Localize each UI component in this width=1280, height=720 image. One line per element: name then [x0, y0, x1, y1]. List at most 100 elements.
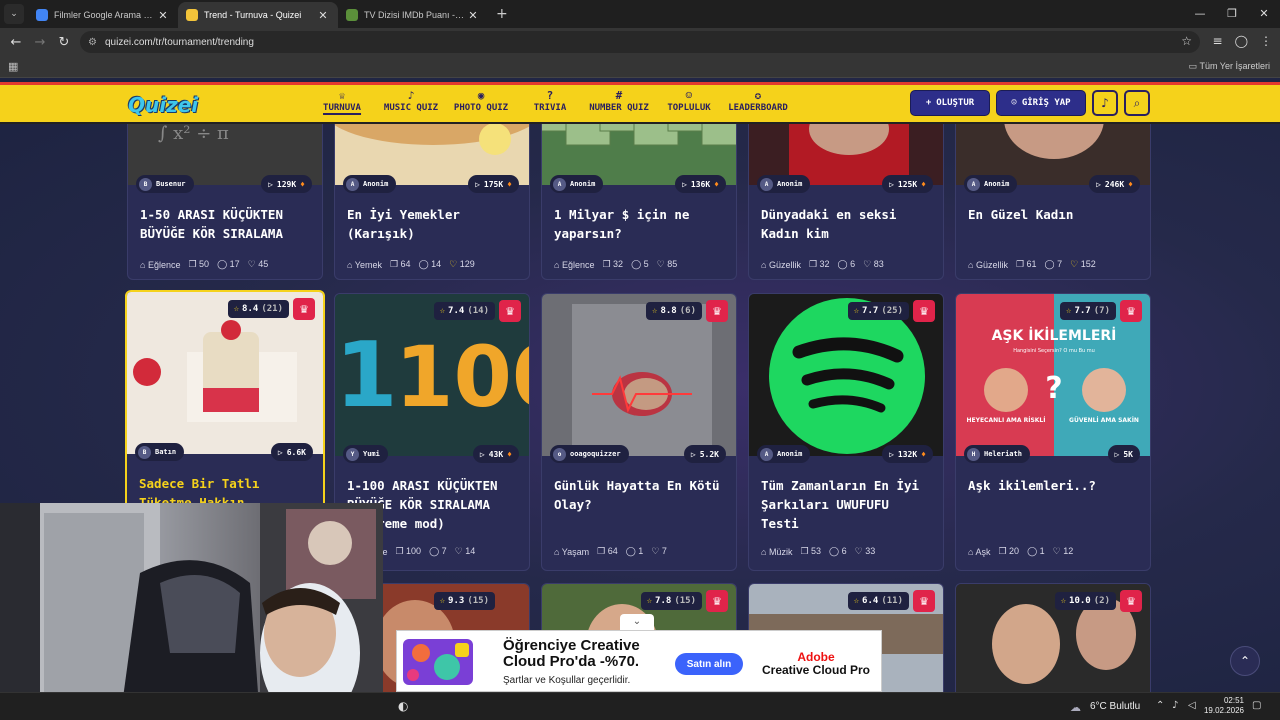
category-label[interactable]: ⌂ Müzik: [761, 547, 792, 557]
volume-icon[interactable]: ◁: [1188, 700, 1196, 711]
nav-trivia[interactable]: ? TRIVIA: [534, 89, 567, 113]
quiz-card[interactable]: ☆ 7.7 (25) ♛ A Anonim ▷ 132K ♦ Tüm Zamanların En …: [748, 293, 944, 571]
close-tab-icon[interactable]: ✕: [316, 9, 330, 22]
play-icon: ▷: [1096, 179, 1101, 189]
ad-subtext: Şartlar ve Koşullar geçerlidir.: [503, 675, 631, 686]
crown-icon[interactable]: ♛: [706, 300, 728, 322]
menu-icon[interactable]: ⋮: [1260, 34, 1272, 48]
category-label[interactable]: ⌂ Eğlence: [554, 260, 594, 270]
category-label[interactable]: ⌂ Yaşam: [554, 547, 589, 557]
clock[interactable]: 02:51 19.02.2026: [1200, 696, 1244, 716]
reload-icon[interactable]: ↻: [52, 35, 76, 50]
tray-chevron-icon[interactable]: ⌃: [1156, 700, 1164, 711]
category-label[interactable]: ⌂ Eğlence: [140, 260, 180, 270]
play-count-badge: ▷ 129K ♦: [261, 175, 312, 193]
search-icon[interactable]: ⌕: [1124, 90, 1150, 116]
microphone-icon[interactable]: ♪: [1172, 700, 1178, 711]
webcam-overlay: [0, 503, 383, 720]
crown-icon[interactable]: ♛: [913, 590, 935, 612]
author-chip[interactable]: A Anonim: [343, 175, 397, 193]
new-tab-icon[interactable]: +: [488, 6, 516, 22]
adobe-ad-banner[interactable]: Öğrenciye Creative Cloud Pro'da -%70. Şa…: [396, 630, 882, 692]
site-info-icon[interactable]: ⚙: [88, 37, 97, 48]
like-count[interactable]: ♡ 14: [455, 546, 476, 557]
forward-icon[interactable]: →: [28, 35, 52, 50]
quiz-card[interactable]: ☆ 10.0 (2) ♛: [955, 583, 1151, 692]
restore-icon[interactable]: ❐: [1216, 0, 1248, 28]
quizei-logo[interactable]: Quizei: [128, 93, 198, 117]
quiz-card[interactable]: AŞK İKİLEMLERİ Hangisini Seçersin? O mu B…: [955, 293, 1151, 571]
nav-leaderboard[interactable]: ✪ LEADERBOARD: [728, 89, 788, 113]
crown-icon[interactable]: ♛: [293, 298, 315, 320]
quiz-card[interactable]: A Anonim ▷ 246K ♦ En Güzel Kadın ⌂ Güzellik ❐ 6…: [955, 98, 1151, 280]
quiz-card[interactable]: ∫ x² ÷ π B Busenur ▷ 129K ♦ 1-50 ARASI KÜÇÜKTE…: [127, 98, 323, 280]
nav-topluluk[interactable]: ☺ TOPLULUK: [667, 89, 710, 113]
browser-tab[interactable]: TV Dizisi IMDb Puanı - Quizei ✕: [338, 2, 488, 28]
url-bar[interactable]: ⚙ quizei.com/tr/tournament/trending: [80, 31, 1200, 53]
author-chip[interactable]: A Anonim: [757, 175, 811, 193]
author-chip[interactable]: B Busenur: [136, 175, 194, 193]
nav-label: LEADERBOARD: [728, 103, 788, 113]
play-icon: ▷: [1114, 449, 1120, 459]
login-button[interactable]: ☺ GİRİŞ YAP: [996, 90, 1086, 116]
category-label[interactable]: ⌂ Yemek: [347, 260, 382, 270]
minimize-icon[interactable]: —: [1184, 0, 1216, 28]
star-icon: ☆: [233, 304, 240, 314]
plus-icon: +: [925, 98, 932, 108]
profile-icon[interactable]: ◯: [1235, 34, 1248, 48]
author-chip[interactable]: A Anonim: [964, 175, 1018, 193]
nav-photo-quiz[interactable]: ◉ PHOTO QUIZ: [454, 89, 508, 113]
like-count[interactable]: ♡ 7: [651, 546, 667, 557]
bell-icon[interactable]: ♪: [1092, 90, 1118, 116]
close-tab-icon[interactable]: ✕: [466, 9, 480, 22]
crown-icon[interactable]: ♛: [1120, 590, 1142, 612]
edge-icon[interactable]: ◐: [398, 699, 408, 713]
quiz-card[interactable]: A Anonim ▷ 125K ♦ Dünyadaki en seksi Kadın ki…: [748, 98, 944, 280]
reading-list-icon[interactable]: ≡: [1213, 34, 1223, 48]
browser-tab[interactable]: Filmler Google Arama Sayısı - G ✕: [28, 2, 178, 28]
nav-turnuva[interactable]: ♕ TURNUVA: [323, 89, 361, 115]
quiz-card[interactable]: ☆ 8.8 (6) ♛ o ooagoquizzer ▷ 5.2K Günlük Hayatta…: [541, 293, 737, 571]
close-window-icon[interactable]: ✕: [1248, 0, 1280, 28]
category-label[interactable]: ⌂ Aşk: [968, 547, 990, 557]
crown-icon[interactable]: ♛: [706, 590, 728, 612]
author-chip[interactable]: A Anonim: [550, 175, 604, 193]
back-icon[interactable]: ←: [4, 35, 28, 50]
like-count[interactable]: ♡ 33: [855, 546, 876, 557]
crown-icon[interactable]: ♛: [499, 300, 521, 322]
author-chip[interactable]: A Anonim: [757, 445, 811, 463]
tab-search-button[interactable]: ⌄: [4, 4, 24, 24]
bookmark-star-icon[interactable]: ☆: [1181, 34, 1192, 48]
create-button[interactable]: + OLUŞTUR: [910, 90, 990, 116]
nav-music-quiz[interactable]: ♪ MUSIC QUIZ: [384, 89, 438, 113]
quiz-card[interactable]: A Anonim ▷ 175K ♦ En İyi Yemekler (Karışık) ⌂ …: [334, 98, 530, 280]
quiz-title: En İyi Yemekler (Karışık): [347, 207, 460, 241]
browser-tab-active[interactable]: Trend - Turnuva - Quizei ✕: [178, 2, 338, 28]
scroll-to-top-button[interactable]: ⌃: [1230, 646, 1260, 676]
apps-grid-icon[interactable]: ▦: [8, 60, 18, 73]
ad-buy-button[interactable]: Satın alın: [675, 653, 743, 675]
like-count[interactable]: ♡ 129: [449, 259, 475, 270]
author-chip[interactable]: H Heleriath: [964, 445, 1030, 463]
author-chip[interactable]: B Batın: [135, 443, 185, 461]
crown-icon[interactable]: ♛: [913, 300, 935, 322]
close-tab-icon[interactable]: ✕: [156, 9, 170, 22]
avatar: A: [760, 177, 773, 191]
nav-number-quiz[interactable]: # NUMBER QUIZ: [589, 89, 649, 113]
like-count[interactable]: ♡ 45: [248, 259, 269, 270]
author-chip[interactable]: Y Yumi: [343, 445, 388, 463]
author-chip[interactable]: o ooagoquizzer: [550, 445, 629, 463]
category-label[interactable]: ⌂ Güzellik: [968, 260, 1008, 270]
like-count[interactable]: ♡ 83: [863, 259, 884, 270]
item-count: ❐ 32: [602, 259, 624, 269]
category-label[interactable]: ⌂ Güzellik: [761, 260, 801, 270]
like-count[interactable]: ♡ 85: [657, 259, 678, 270]
weather-text[interactable]: 6°C Bulutlu: [1090, 701, 1140, 712]
quiz-card[interactable]: A Anonim ▷ 136K ♦ 1 Milyar $ için ne yaparsın…: [541, 98, 737, 280]
like-count[interactable]: ♡ 152: [1070, 259, 1096, 270]
like-count[interactable]: ♡ 12: [1053, 546, 1074, 557]
all-bookmarks-link[interactable]: ▭ Tüm Yer İşaretleri: [1189, 61, 1270, 72]
crown-icon[interactable]: ♛: [1120, 300, 1142, 322]
notification-icon[interactable]: ▢: [1252, 700, 1261, 711]
collapse-ad-icon[interactable]: ⌄: [620, 614, 654, 630]
